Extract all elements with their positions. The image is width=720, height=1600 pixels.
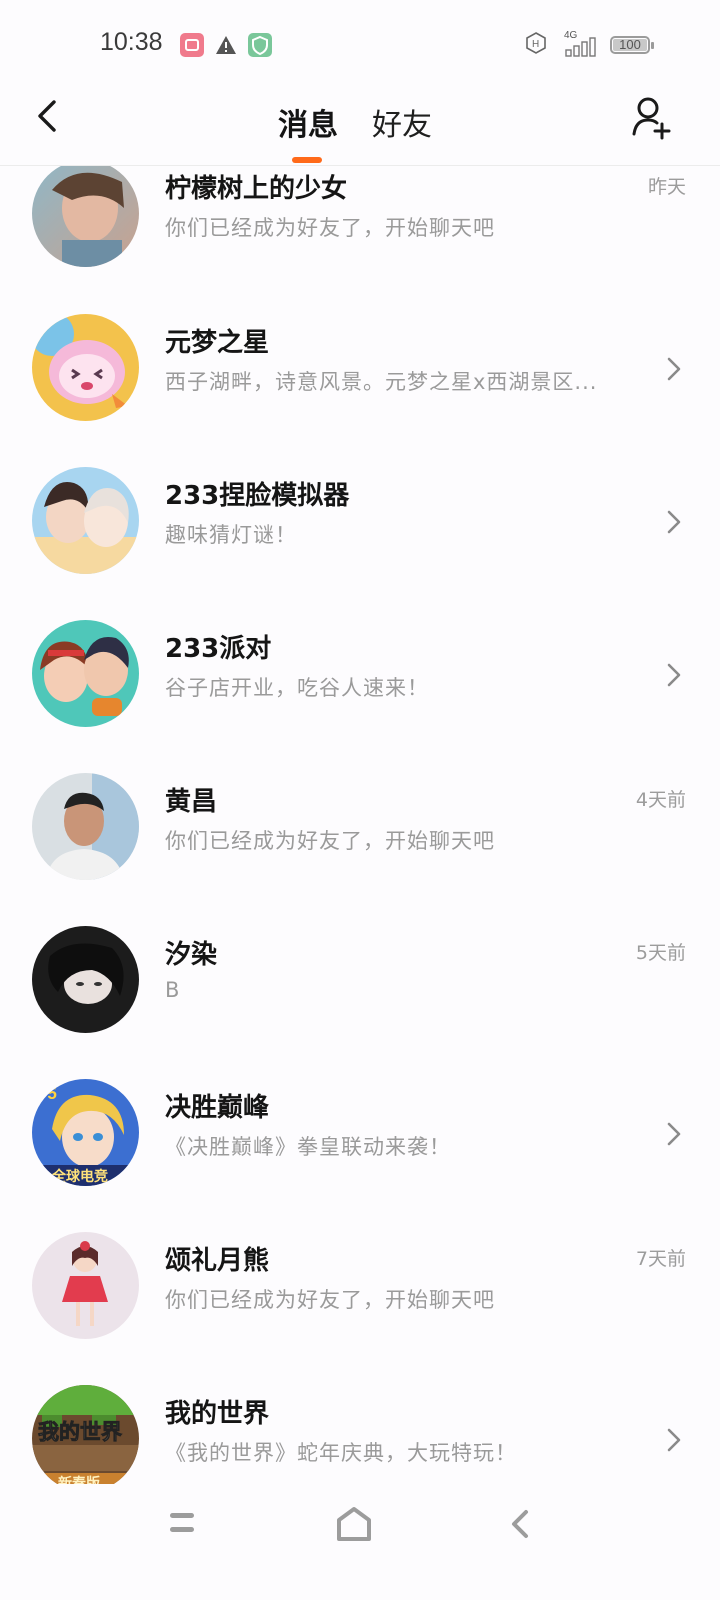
battery-level: 100 [619, 37, 641, 52]
avatar-caption-text: 新春版 [58, 1475, 100, 1484]
chevron-right-icon [667, 1428, 681, 1452]
conversation-time: 昨天 [647, 176, 686, 198]
tab-messages[interactable]: 消息 [278, 100, 338, 144]
avatar [32, 926, 139, 1033]
conversation-name: 我的世界 [165, 1399, 270, 1429]
add-user-icon [632, 97, 671, 140]
conversation-row[interactable]: 柠檬树上的少女 你们已经成为好友了，开始聊天吧 昨天 [0, 166, 720, 270]
avatar: 我的世界 新春版 [32, 1385, 139, 1484]
conversation-name: 汐染 [165, 940, 218, 970]
back-icon[interactable] [508, 1508, 532, 1540]
status-right-group: H 4G 100 [524, 30, 654, 60]
signal-icon: 4G [556, 30, 602, 58]
conversation-name: 黄昌 [165, 787, 218, 817]
warning-icon [214, 33, 238, 57]
conversation-preview: 你们已经成为好友了，开始聊天吧 [165, 829, 495, 853]
top-nav-bar: 消息 好友 [0, 90, 720, 166]
conversation-row[interactable]: 颂礼月熊 你们已经成为好友了，开始聊天吧 7天前 [0, 1232, 720, 1342]
conversation-row[interactable]: V5 全球电竞 决胜巅峰 《决胜巅峰》拳皇联动来袭！ [0, 1079, 720, 1189]
avatar: V5 全球电竞 [32, 1079, 139, 1186]
system-nav-bar [0, 1484, 720, 1600]
conversation-preview: 西子湖畔，诗意风景。元梦之星x西湖景区... [165, 370, 598, 394]
conversation-row[interactable]: 汐染 B 5天前 [0, 926, 720, 1036]
status-time: 10:38 [100, 28, 163, 56]
conversation-name: 柠檬树上的少女 [165, 174, 348, 204]
conversation-list[interactable]: 柠檬树上的少女 你们已经成为好友了，开始聊天吧 昨天 元梦之星 西子湖畔，诗意风… [0, 166, 720, 1484]
chevron-right-icon [667, 663, 681, 687]
conversation-name: 元梦之星 [165, 328, 270, 358]
avatar [32, 1232, 139, 1339]
conversation-row[interactable]: 233派对 谷子店开业，吃谷人速来！ [0, 620, 720, 730]
conversation-preview: 《我的世界》蛇年庆典，大玩特玩！ [165, 1441, 517, 1465]
conversation-name: 颂礼月熊 [165, 1246, 270, 1276]
tab-friends[interactable]: 好友 [372, 100, 432, 144]
avatar-caption-text: 全球电竞 [51, 1168, 108, 1185]
menu-icon[interactable] [168, 1510, 196, 1536]
status-bar: 10:38 H 4G 100 [0, 0, 720, 90]
conversation-time: 7天前 [635, 1248, 686, 1270]
avatar [32, 773, 139, 880]
conversation-row[interactable]: 黄昌 你们已经成为好友了，开始聊天吧 4天前 [0, 773, 720, 883]
conversation-row[interactable]: 元梦之星 西子湖畔，诗意风景。元梦之星x西湖景区... [0, 314, 720, 424]
avatar-badge-text: V5 [36, 1084, 57, 1103]
conversation-name: 决胜巅峰 [165, 1093, 270, 1123]
battery-icon: 100 [610, 36, 654, 54]
hd-icon: H [524, 31, 548, 59]
conversation-row[interactable]: 233捏脸模拟器 趣味猜灯谜！ [0, 467, 720, 577]
conversation-row[interactable]: 我的世界 新春版 我的世界 《我的世界》蛇年庆典，大玩特玩！ [0, 1385, 720, 1484]
notification-icon [180, 33, 204, 57]
avatar [32, 467, 139, 574]
conversation-preview: 《决胜巅峰》拳皇联动来袭！ [165, 1135, 451, 1159]
conversation-preview: 谷子店开业，吃谷人速来！ [165, 676, 429, 700]
back-button[interactable] [30, 96, 70, 136]
conversation-time: 4天前 [635, 789, 686, 811]
avatar-badge-text: 我的世界 [38, 1420, 122, 1444]
conversation-time: 5天前 [635, 942, 686, 964]
chevron-right-icon [667, 357, 681, 381]
chevron-right-icon [667, 510, 681, 534]
avatar [32, 314, 139, 421]
conversation-preview: 趣味猜灯谜！ [165, 523, 297, 547]
avatar [32, 166, 139, 267]
battery-tip [651, 42, 654, 49]
conversation-preview: B [165, 978, 181, 1002]
chevron-left-icon [38, 100, 56, 132]
home-icon[interactable] [336, 1506, 372, 1542]
conversation-name: 233派对 [165, 634, 272, 664]
avatar [32, 620, 139, 727]
svg-text:H: H [532, 39, 539, 50]
chevron-right-icon [667, 1122, 681, 1146]
conversation-name: 233捏脸模拟器 [165, 481, 350, 511]
active-tab-indicator [292, 157, 322, 163]
shield-icon [248, 33, 272, 57]
add-friend-button[interactable] [630, 94, 674, 142]
conversation-preview: 你们已经成为好友了，开始聊天吧 [165, 216, 495, 240]
conversation-preview: 你们已经成为好友了，开始聊天吧 [165, 1288, 495, 1312]
